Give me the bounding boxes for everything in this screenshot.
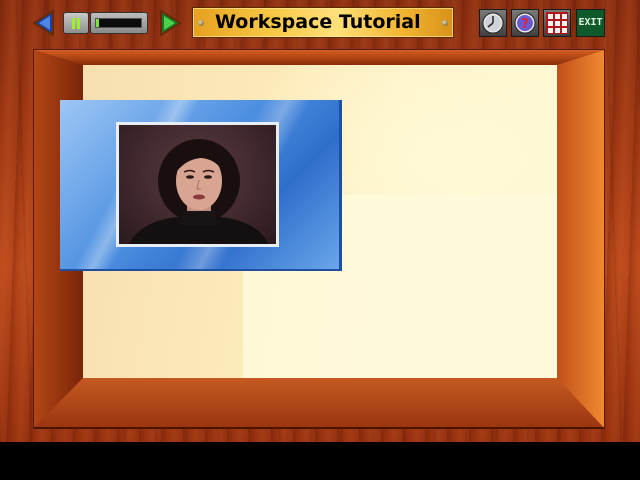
back-arrow-icon[interactable] — [31, 9, 57, 37]
exit-sign-icon: EXIT — [577, 10, 604, 36]
tutorial-screen: Workspace Tutorial ? EXIT — [0, 0, 640, 442]
screw-icon — [442, 20, 448, 26]
presenter-video[interactable] — [119, 125, 276, 244]
video-window — [60, 100, 342, 271]
progress-track — [95, 18, 142, 28]
exit-button[interactable]: EXIT — [576, 9, 605, 37]
forward-arrow-icon[interactable] — [157, 9, 183, 37]
clock-icon — [482, 12, 504, 34]
svg-text:?: ? — [521, 17, 529, 32]
help-button[interactable]: ? — [511, 9, 539, 37]
progress-bar[interactable] — [90, 12, 148, 34]
pause-button[interactable] — [63, 12, 89, 34]
black-bottom-bar — [0, 442, 640, 480]
grid-icon — [546, 12, 568, 34]
video-frame — [116, 122, 279, 247]
screw-icon — [198, 20, 204, 26]
question-mark-icon: ? — [514, 12, 536, 34]
progress-fill — [96, 19, 99, 27]
page-title: Workspace Tutorial — [215, 11, 421, 33]
clock-button[interactable] — [479, 9, 507, 37]
presenter-figure — [129, 139, 269, 244]
grid-button[interactable] — [543, 9, 571, 37]
title-plate: Workspace Tutorial — [192, 7, 454, 38]
